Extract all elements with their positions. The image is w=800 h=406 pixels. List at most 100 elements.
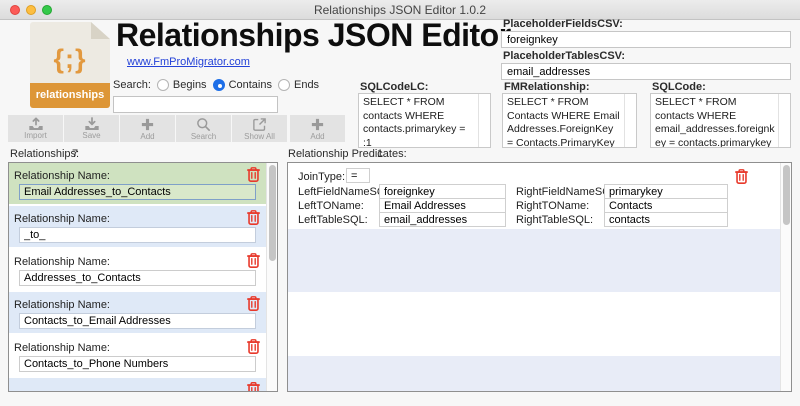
left-tablesql-input[interactable] (379, 212, 506, 227)
relationship-item[interactable]: Relationship Name: (9, 292, 266, 333)
page-title: Relationships JSON Editor (116, 17, 511, 53)
search-icon (197, 117, 210, 131)
predicate-row[interactable]: JoinType: LeftFieldNameSQL: LeftTOName: … (288, 163, 780, 229)
radio-ends-label: Ends (293, 79, 320, 91)
radio-contains-icon[interactable] (212, 79, 225, 91)
relationship-name-label: Relationship Name: (14, 299, 110, 311)
delete-relationship-button[interactable] (245, 295, 262, 312)
import-button[interactable]: Import (8, 115, 63, 142)
relationships-list-panel: Relationship Name: Relationship Name: (8, 162, 278, 392)
relationships-count-value: 7 (72, 148, 79, 160)
sqlcode-textarea[interactable]: SELECT * FROM contacts WHERE email_addre… (650, 93, 791, 148)
jointype-label: JoinType: (298, 171, 346, 183)
relationship-name-input[interactable] (19, 313, 256, 329)
search-input[interactable] (113, 96, 278, 113)
right-toname-label: RightTOName: (516, 200, 590, 212)
search-mode-group: Search: Begins Contains Ends (113, 79, 319, 91)
relationship-item[interactable] (9, 378, 266, 391)
add-button[interactable]: Add (120, 115, 175, 142)
radio-ends[interactable]: Ends (277, 79, 320, 91)
scrollbar-thumb[interactable] (269, 165, 276, 261)
delete-relationship-button[interactable] (245, 338, 262, 355)
predicates-count-label: Relationship Predicates: (288, 148, 407, 160)
radio-contains[interactable]: Contains (212, 79, 272, 91)
add-icon (141, 118, 154, 130)
sqlcode-label: SQLCode: (652, 81, 706, 93)
empty-row (288, 356, 780, 391)
trash-icon (246, 210, 261, 225)
add-predicate-button[interactable]: Add (290, 115, 345, 142)
relationship-item[interactable]: Relationship Name: (9, 335, 266, 376)
right-tablesql-label: RightTableSQL: (516, 214, 594, 226)
trash-icon (734, 169, 749, 184)
radio-begins[interactable]: Begins (156, 79, 207, 91)
relationship-name-input[interactable] (19, 227, 256, 243)
left-fieldname-input[interactable] (379, 184, 506, 199)
sqlcodelc-box: SELECT * FROM contacts WHERE contacts.pr… (358, 93, 491, 148)
relationship-name-input[interactable] (19, 184, 256, 200)
placeholder-fields-input[interactable] (501, 31, 791, 48)
page-fold (91, 22, 110, 39)
search-label: Search: (113, 79, 151, 91)
relationship-name-label: Relationship Name: (14, 213, 110, 225)
trash-icon (246, 253, 261, 268)
relationship-name-label: Relationship Name: (14, 170, 110, 182)
trash-icon (246, 339, 261, 354)
website-link[interactable]: www.FmProMigrator.com (127, 56, 250, 68)
search-button[interactable]: Search (176, 115, 231, 142)
radio-contains-label: Contains (228, 79, 272, 91)
sqlcode-box: SELECT * FROM contacts WHERE email_addre… (650, 93, 791, 148)
relationship-item[interactable]: Relationship Name: (9, 206, 266, 247)
left-toname-label: LeftTOName: (298, 200, 364, 212)
radio-begins-icon[interactable] (156, 79, 169, 91)
predicates-panel: JoinType: LeftFieldNameSQL: LeftTOName: … (287, 162, 792, 392)
delete-relationship-button[interactable] (245, 209, 262, 226)
logo-caption: relationships (30, 83, 110, 108)
delete-relationship-button[interactable] (245, 166, 262, 183)
relationship-name-input[interactable] (19, 356, 256, 372)
right-tablesql-input[interactable] (604, 212, 728, 227)
radio-ends-icon[interactable] (277, 79, 290, 91)
relationships-count-label: Relationships: (10, 148, 80, 160)
relationship-item[interactable]: Relationship Name: (9, 249, 266, 290)
show-all-icon (253, 117, 266, 131)
left-toname-input[interactable] (379, 198, 506, 213)
empty-row (288, 292, 780, 356)
trash-icon (246, 296, 261, 311)
import-label: Import (24, 131, 47, 140)
predicate-toolbar: Add (290, 115, 345, 142)
save-button[interactable]: Save (64, 115, 119, 142)
predicates-scrollbar (780, 163, 791, 391)
predicates-count-value: 1 (377, 148, 384, 160)
jointype-input[interactable] (346, 168, 370, 183)
fmrelationship-label: FMRelationship: (504, 81, 590, 93)
delete-relationship-button[interactable] (245, 252, 262, 269)
delete-relationship-button[interactable] (245, 381, 262, 391)
relationship-item-selected[interactable]: Relationship Name: (9, 163, 266, 204)
main-toolbar: Import Save Add Search Show All (8, 115, 287, 142)
relationships-scrollbar (266, 163, 277, 391)
add-icon (311, 118, 324, 130)
scrollbar-thumb[interactable] (783, 165, 790, 225)
save-icon (84, 117, 99, 130)
right-fieldname-input[interactable] (604, 184, 728, 199)
placeholder-tables-label: PlaceholderTablesCSV: (503, 50, 626, 62)
sqlcodelc-textarea[interactable]: SELECT * FROM contacts WHERE contacts.pr… (358, 93, 491, 148)
json-glyph: {;} (53, 44, 87, 74)
right-toname-input[interactable] (604, 198, 728, 213)
show-all-button[interactable]: Show All (232, 115, 287, 142)
placeholder-fields-label: PlaceholderFieldsCSV: (503, 18, 623, 30)
relationship-name-input[interactable] (19, 270, 256, 286)
relationship-name-label: Relationship Name: (14, 342, 110, 354)
add-label: Add (140, 131, 155, 141)
trash-icon (246, 167, 261, 182)
add-predicate-label: Add (310, 131, 325, 141)
left-tablesql-label: LeftTableSQL: (298, 214, 368, 226)
placeholder-tables-input[interactable] (501, 63, 791, 80)
fmrelationship-textarea[interactable]: SELECT * FROM Contacts WHERE Email Addre… (502, 93, 637, 148)
save-label: Save (82, 131, 101, 140)
trash-icon (246, 382, 261, 391)
app-logo: {;} relationships (30, 22, 110, 108)
delete-predicate-button[interactable] (733, 168, 750, 185)
relationship-name-label: Relationship Name: (14, 256, 110, 268)
